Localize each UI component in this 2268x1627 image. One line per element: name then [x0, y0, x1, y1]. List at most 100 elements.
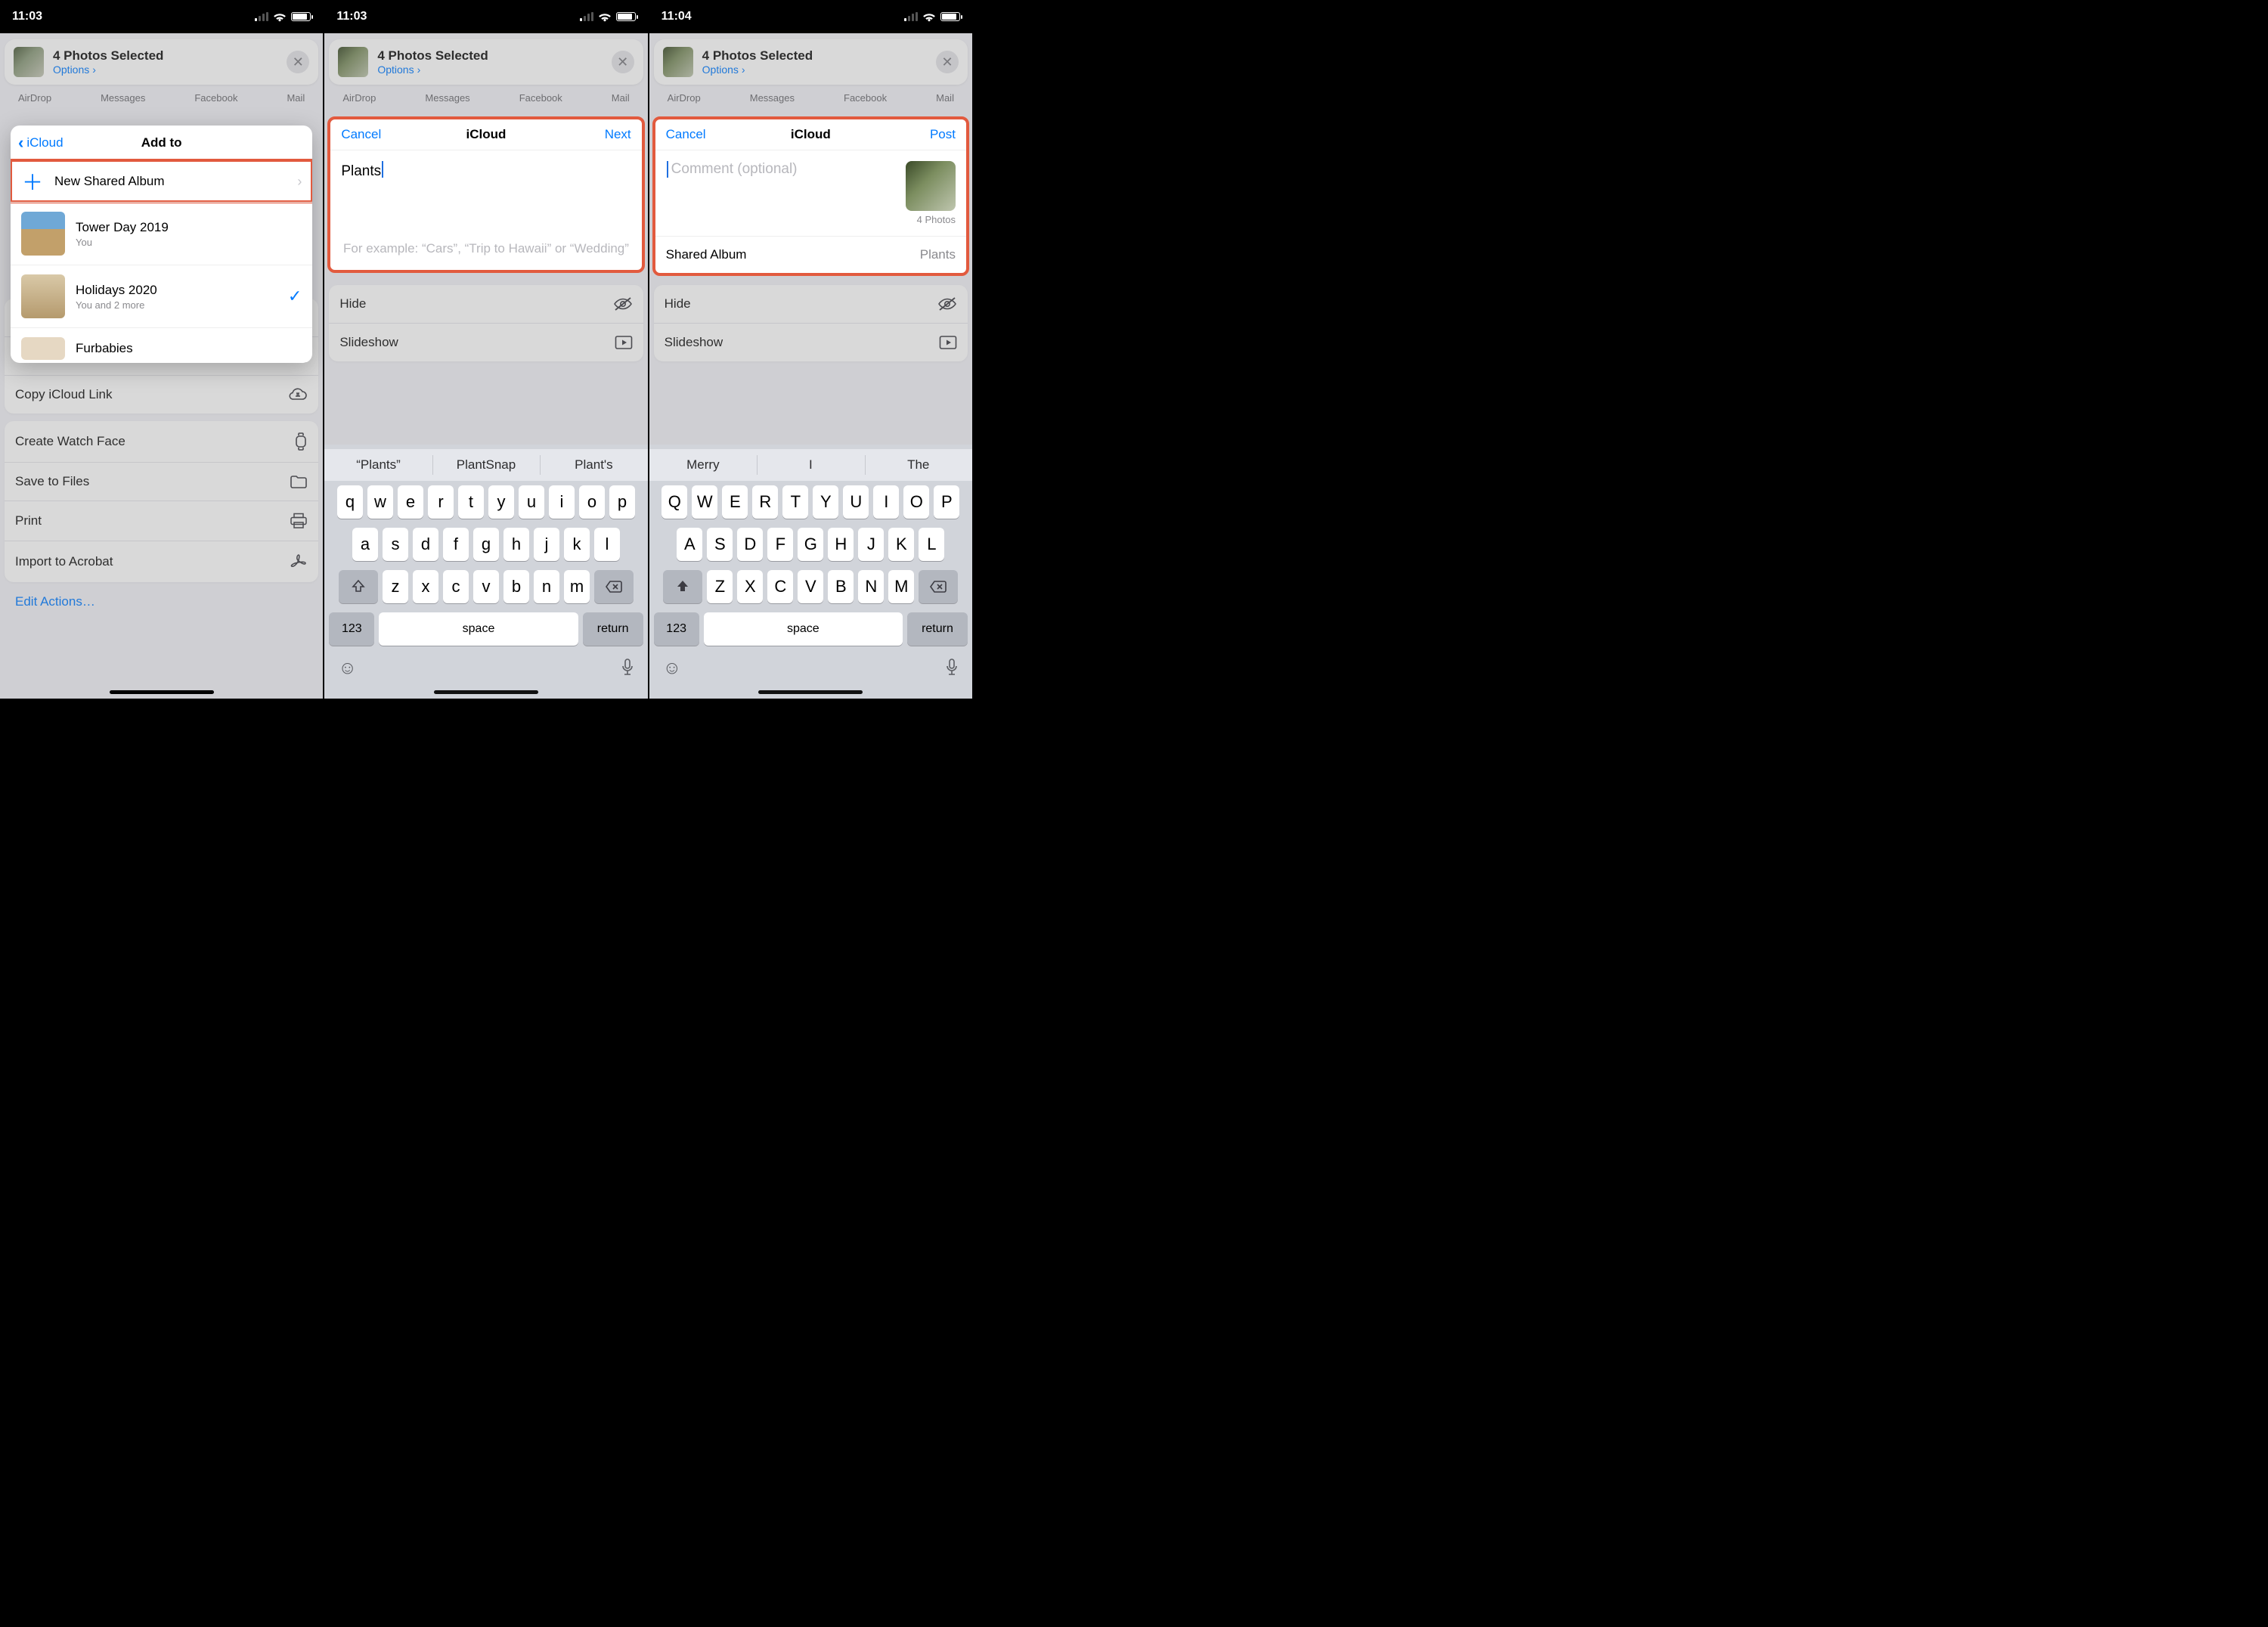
album-name-input[interactable]: Plants [330, 150, 641, 241]
key-b[interactable]: B [828, 570, 854, 603]
key-t[interactable]: t [458, 485, 484, 519]
key-i[interactable]: i [549, 485, 575, 519]
key-k[interactable]: k [564, 528, 590, 561]
key-m[interactable]: M [888, 570, 914, 603]
key-z[interactable]: z [383, 570, 408, 603]
cancel-button[interactable]: Cancel [341, 127, 381, 142]
key-d[interactable]: d [413, 528, 438, 561]
key-q[interactable]: Q [662, 485, 687, 519]
suggestion[interactable]: “Plants” [324, 449, 432, 481]
next-button[interactable]: Next [605, 127, 631, 142]
number-key[interactable]: 123 [654, 612, 699, 646]
backspace-key[interactable] [919, 570, 958, 603]
icloud-post-panel: Cancel iCloud Post Comment (optional) 4 … [652, 116, 969, 276]
key-f[interactable]: F [767, 528, 793, 561]
key-s[interactable]: S [707, 528, 733, 561]
key-y[interactable]: y [488, 485, 514, 519]
comment-placeholder: Comment (optional) [671, 161, 798, 178]
cancel-button[interactable]: Cancel [666, 127, 706, 142]
key-y[interactable]: Y [813, 485, 838, 519]
key-m[interactable]: m [564, 570, 590, 603]
space-key[interactable]: space [704, 612, 903, 646]
key-x[interactable]: X [737, 570, 763, 603]
shift-key[interactable] [663, 570, 702, 603]
key-j[interactable]: j [534, 528, 559, 561]
dictation-key[interactable] [945, 658, 959, 679]
suggestion-bar[interactable]: Merry I The [649, 449, 972, 481]
suggestion[interactable]: The [865, 449, 972, 481]
key-c[interactable]: c [443, 570, 469, 603]
album-row[interactable]: Tower Day 2019You [11, 202, 312, 265]
backspace-key[interactable] [594, 570, 634, 603]
suggestion[interactable]: I [757, 449, 864, 481]
key-f[interactable]: f [443, 528, 469, 561]
key-v[interactable]: V [798, 570, 823, 603]
cellular-icon [904, 12, 918, 21]
back-button[interactable]: ‹iCloud [18, 133, 64, 153]
shift-key[interactable] [339, 570, 378, 603]
key-l[interactable]: L [919, 528, 944, 561]
keyboard[interactable]: Merry I The QWERTYUIOP ASDFGHJKL ZXCVBNM… [649, 445, 972, 699]
key-b[interactable]: b [503, 570, 529, 603]
key-u[interactable]: U [843, 485, 869, 519]
key-j[interactable]: J [858, 528, 884, 561]
post-button[interactable]: Post [930, 127, 956, 142]
comment-input[interactable]: Comment (optional) [666, 161, 798, 178]
key-u[interactable]: u [519, 485, 544, 519]
suggestion[interactable]: Plant's [540, 449, 647, 481]
status-bar: 11:03 [0, 0, 323, 33]
key-a[interactable]: A [677, 528, 702, 561]
emoji-key[interactable]: ☺ [338, 658, 357, 679]
key-s[interactable]: s [383, 528, 408, 561]
key-v[interactable]: v [473, 570, 499, 603]
new-shared-album-row[interactable]: ＋ New Shared Album › [11, 160, 312, 202]
return-key[interactable]: return [583, 612, 643, 646]
key-r[interactable]: r [428, 485, 454, 519]
keyboard[interactable]: “Plants” PlantSnap Plant's qwertyuiop as… [324, 445, 647, 699]
plus-icon: ＋ [21, 170, 44, 193]
shared-album-row[interactable]: Shared Album Plants [655, 236, 966, 273]
key-h[interactable]: h [503, 528, 529, 561]
suggestion[interactable]: PlantSnap [432, 449, 540, 481]
key-a[interactable]: a [352, 528, 378, 561]
key-r[interactable]: R [752, 485, 778, 519]
key-e[interactable]: e [398, 485, 423, 519]
suggestion-bar[interactable]: “Plants” PlantSnap Plant's [324, 449, 647, 481]
key-n[interactable]: n [534, 570, 559, 603]
dictation-key[interactable] [621, 658, 634, 679]
key-c[interactable]: C [767, 570, 793, 603]
key-o[interactable]: O [903, 485, 929, 519]
return-key[interactable]: return [907, 612, 968, 646]
preview-thumbnail[interactable] [906, 161, 956, 211]
key-p[interactable]: P [934, 485, 959, 519]
key-o[interactable]: o [579, 485, 605, 519]
key-e[interactable]: E [722, 485, 748, 519]
suggestion[interactable]: Merry [649, 449, 757, 481]
album-row[interactable]: Holidays 2020You and 2 more ✓ [11, 265, 312, 327]
key-n[interactable]: N [858, 570, 884, 603]
key-l[interactable]: l [594, 528, 620, 561]
key-d[interactable]: D [737, 528, 763, 561]
text-caret [382, 161, 383, 178]
key-x[interactable]: x [413, 570, 438, 603]
key-z[interactable]: Z [707, 570, 733, 603]
emoji-key[interactable]: ☺ [663, 658, 682, 679]
key-g[interactable]: g [473, 528, 499, 561]
key-i[interactable]: I [873, 485, 899, 519]
album-thumb [21, 274, 65, 318]
album-row[interactable]: Furbabies [11, 327, 312, 363]
key-q[interactable]: q [337, 485, 363, 519]
key-h[interactable]: H [828, 528, 854, 561]
chevron-right-icon: › [297, 174, 302, 190]
key-w[interactable]: w [367, 485, 393, 519]
key-k[interactable]: K [888, 528, 914, 561]
number-key[interactable]: 123 [329, 612, 374, 646]
shared-album-value: Plants [920, 247, 956, 262]
key-w[interactable]: W [692, 485, 717, 519]
key-t[interactable]: T [782, 485, 808, 519]
clock: 11:03 [12, 10, 42, 23]
key-g[interactable]: G [798, 528, 823, 561]
space-key[interactable]: space [379, 612, 578, 646]
new-shared-album-label: New Shared Album [54, 174, 165, 189]
key-p[interactable]: p [609, 485, 635, 519]
